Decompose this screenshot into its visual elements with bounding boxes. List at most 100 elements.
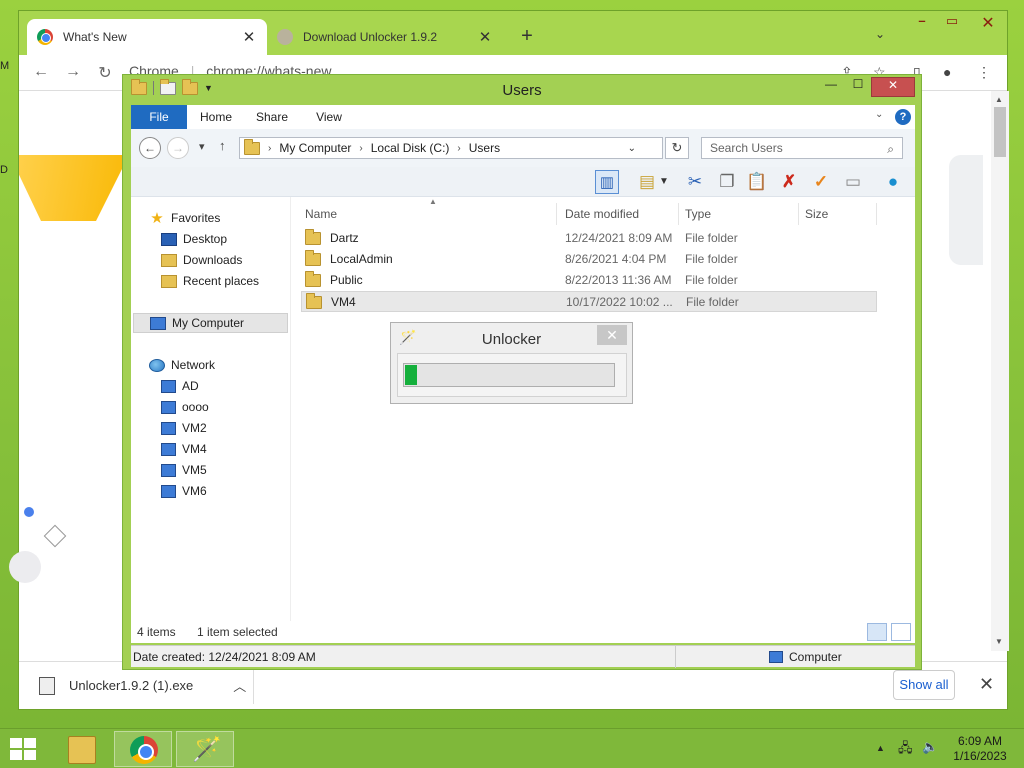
forward-button[interactable]: → <box>167 137 189 159</box>
close-icon[interactable]: ✕ <box>241 28 257 46</box>
close-icon[interactable]: ✕ <box>477 28 493 46</box>
scroll-down-icon[interactable]: ▼ <box>995 637 1003 646</box>
search-input[interactable]: Search Users ⌕ <box>701 137 903 159</box>
start-button[interactable] <box>10 738 38 762</box>
minimize-button[interactable]: – <box>909 13 935 33</box>
menu-icon[interactable]: ⋮ <box>977 64 991 81</box>
chevron-right-icon[interactable]: › <box>268 143 271 154</box>
network-tray-icon[interactable]: 🖧 <box>898 739 913 761</box>
window-title: Users <box>502 82 542 99</box>
taskbar-file-explorer[interactable] <box>52 731 110 767</box>
back-button[interactable]: ← <box>139 137 161 159</box>
table-row[interactable]: Public 8/22/2013 11:36 AM File folder <box>301 270 877 291</box>
chevron-down-icon[interactable]: ⌄ <box>875 27 885 41</box>
recent-places-icon <box>161 274 177 288</box>
close-window-button[interactable]: ✕ <box>969 13 1007 33</box>
address-row: ← → ▾ ↑ › My Computer › Local Disk (C:) … <box>131 129 915 167</box>
carousel-dot[interactable] <box>24 507 34 517</box>
explorer-body: ★ Favorites Desktop Downloads Recent pla… <box>131 197 915 643</box>
file-explorer-icon <box>68 736 96 764</box>
nav-host-vm4[interactable]: VM4 <box>161 439 207 459</box>
nav-host-ad[interactable]: AD <box>161 376 199 396</box>
delete-icon[interactable]: ✗ <box>777 170 801 194</box>
close-button[interactable]: ✕ <box>597 325 627 345</box>
search-icon[interactable]: ⌕ <box>887 139 894 159</box>
explorer-address-bar[interactable]: › My Computer › Local Disk (C:) › Users … <box>239 137 663 159</box>
reload-button[interactable]: ↻ <box>95 63 115 83</box>
new-tab-button[interactable]: + <box>515 25 539 48</box>
date-created: Date created: 12/24/2021 8:09 AM <box>133 650 316 664</box>
back-button[interactable]: ← <box>31 63 51 81</box>
system-clock[interactable]: 6:09 AM 1/16/2023 <box>946 734 1014 764</box>
tab-view[interactable]: View <box>307 105 351 129</box>
explorer-titlebar[interactable]: ▼ Users — ☐ ✕ <box>123 75 921 105</box>
chevron-down-icon[interactable]: ⌄ <box>628 143 636 154</box>
close-window-button[interactable]: ✕ <box>871 77 915 97</box>
computer-icon <box>161 379 176 393</box>
checkmark-icon[interactable]: ✓ <box>809 170 833 194</box>
nav-network[interactable]: Network <box>149 355 215 375</box>
nav-host-vm5[interactable]: VM5 <box>161 460 207 480</box>
file-date: 12/24/2021 8:09 AM <box>565 231 673 245</box>
column-header-size[interactable]: Size <box>801 203 877 225</box>
column-header-name[interactable]: Name <box>301 203 557 225</box>
breadcrumb-local-disk[interactable]: Local Disk (C:) <box>371 141 450 155</box>
recent-locations-icon[interactable]: ▾ <box>199 140 205 153</box>
column-header-date[interactable]: Date modified <box>561 203 679 225</box>
nav-desktop[interactable]: Desktop <box>161 229 227 249</box>
table-row[interactable]: Dartz 12/24/2021 8:09 AM File folder <box>301 228 877 249</box>
chevron-right-icon[interactable]: › <box>457 143 460 154</box>
nav-recent-places[interactable]: Recent places <box>161 271 259 291</box>
globe-icon[interactable]: ● <box>881 170 905 194</box>
nav-host-vm2[interactable]: VM2 <box>161 418 207 438</box>
tab-home[interactable]: Home <box>193 105 239 129</box>
table-row-selected[interactable]: VM4 10/17/2022 10:02 ... File folder <box>301 291 877 312</box>
taskbar-chrome[interactable] <box>114 731 172 767</box>
folder-options-icon[interactable]: ▤ <box>635 170 659 194</box>
details-view-icon[interactable] <box>867 623 887 641</box>
tab-file[interactable]: File <box>131 105 187 129</box>
taskbar-unlocker[interactable]: 🪄 <box>176 731 234 767</box>
computer-icon <box>161 484 176 498</box>
large-icons-view-icon[interactable] <box>891 623 911 641</box>
desktop-edge-label: D <box>0 164 8 176</box>
nav-host-oooo[interactable]: oooo <box>161 397 209 417</box>
breadcrumb-users[interactable]: Users <box>469 141 500 155</box>
chevron-down-icon[interactable]: ⌄ <box>875 109 883 120</box>
volume-icon[interactable]: 🔈 <box>922 739 938 755</box>
nav-my-computer[interactable]: My Computer <box>133 313 288 333</box>
maximize-button[interactable]: ▭ <box>939 13 965 33</box>
scrollbar-thumb[interactable] <box>994 107 1006 157</box>
nav-downloads[interactable]: Downloads <box>161 250 242 270</box>
show-all-button[interactable]: Show all <box>893 670 955 700</box>
profile-avatar-icon[interactable]: ● <box>943 64 951 80</box>
nav-host-vm6[interactable]: VM6 <box>161 481 207 501</box>
chevron-down-icon[interactable]: ▼ <box>657 170 671 194</box>
tab-whats-new[interactable]: What's New ✕ <box>27 19 267 55</box>
forward-button[interactable]: → <box>63 63 83 81</box>
rename-icon[interactable]: ▭ <box>841 170 865 194</box>
minimize-button[interactable]: — <box>821 77 841 97</box>
scroll-up-icon[interactable]: ▲ <box>995 95 1003 104</box>
preview-pane-icon[interactable]: ▥ <box>595 170 619 194</box>
cut-icon[interactable]: ✂ <box>683 170 707 194</box>
download-item[interactable]: Unlocker1.9.2 (1).exe ︿ <box>39 676 246 695</box>
tab-share[interactable]: Share <box>249 105 295 129</box>
copy-icon[interactable]: ❐ <box>715 170 739 194</box>
nav-favorites[interactable]: ★ Favorites <box>149 208 220 228</box>
table-row[interactable]: LocalAdmin 8/26/2021 4:04 PM File folder <box>301 249 877 270</box>
column-header-type[interactable]: Type <box>681 203 799 225</box>
page-scrollbar[interactable]: ▲ ▼ <box>991 91 1009 651</box>
breadcrumb-my-computer[interactable]: My Computer <box>279 141 351 155</box>
help-icon[interactable]: ? <box>895 109 911 125</box>
chevron-right-icon[interactable]: › <box>359 143 362 154</box>
downloads-icon <box>161 253 177 267</box>
maximize-button[interactable]: ☐ <box>847 77 869 97</box>
close-icon[interactable]: ✕ <box>979 674 994 695</box>
up-button[interactable]: ↑ <box>219 138 226 153</box>
refresh-button[interactable]: ↻ <box>665 137 689 159</box>
tab-download-unlocker[interactable]: Download Unlocker 1.9.2 ✕ <box>267 19 503 55</box>
chevron-up-icon[interactable]: ▲ <box>876 743 885 753</box>
paste-icon[interactable]: 📋 <box>745 170 769 194</box>
chevron-up-icon[interactable]: ︿ <box>233 676 246 695</box>
